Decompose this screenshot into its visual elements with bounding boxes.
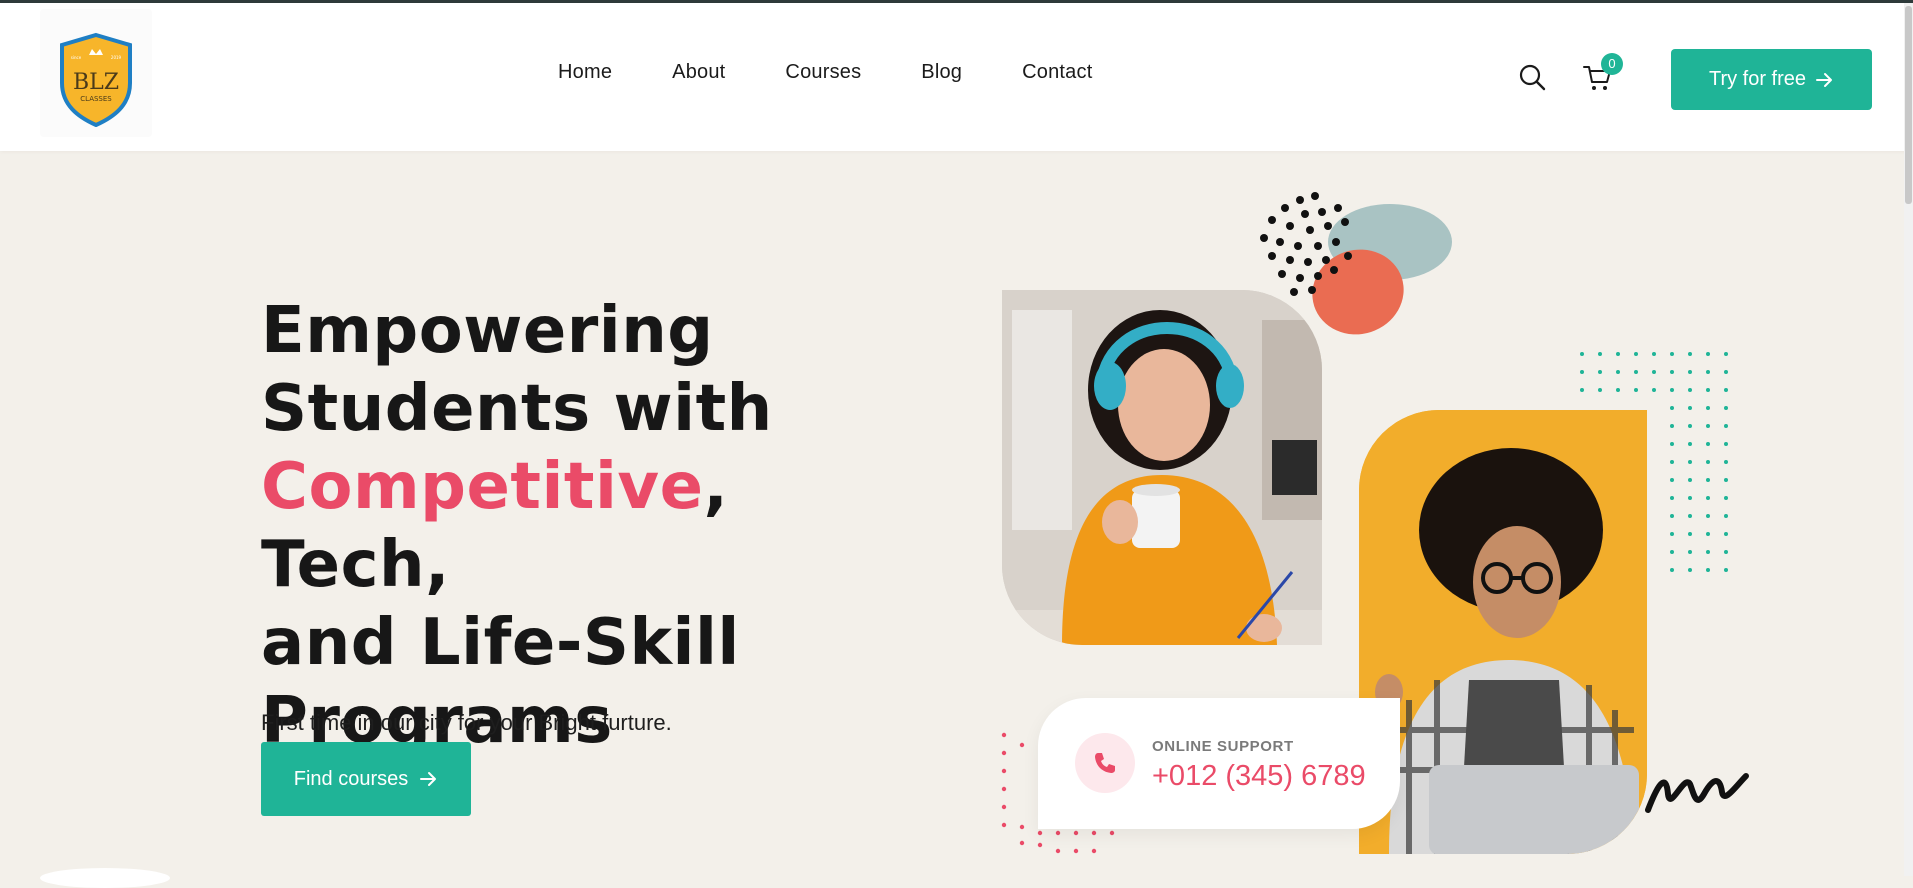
scrollbar-thumb[interactable] bbox=[1905, 6, 1912, 204]
phone-icon bbox=[1095, 753, 1115, 773]
squiggle-decoration bbox=[1645, 773, 1749, 813]
hero-title-accent: Competitive bbox=[261, 450, 704, 524]
student-laptop-photo bbox=[1359, 410, 1647, 854]
nav-blog[interactable]: Blog bbox=[921, 61, 962, 84]
nav-contact[interactable]: Contact bbox=[1022, 61, 1092, 84]
svg-text:since: since bbox=[71, 55, 82, 60]
search-icon[interactable] bbox=[1518, 63, 1546, 91]
support-label: ONLINE SUPPORT bbox=[1152, 738, 1294, 755]
student-headphones-photo bbox=[1002, 290, 1322, 645]
site-header: BLZ CLASSES since 2019 Home About Course… bbox=[0, 3, 1913, 151]
nav-courses[interactable]: Courses bbox=[785, 61, 861, 84]
try-for-free-button[interactable]: Try for free bbox=[1671, 49, 1872, 110]
hero-subtitle: First time in our city for your Bright f… bbox=[261, 710, 672, 735]
find-courses-label: Find courses bbox=[293, 767, 409, 790]
phone-icon-circle bbox=[1075, 733, 1135, 793]
cart-count-badge: 0 bbox=[1601, 53, 1623, 75]
section-curve-decoration bbox=[40, 868, 170, 888]
hero-title-line2: Students with bbox=[261, 372, 773, 446]
find-courses-button[interactable]: Find courses bbox=[261, 742, 471, 816]
arrow-right-icon bbox=[420, 772, 437, 786]
shield-logo-icon: BLZ CLASSES since 2019 bbox=[60, 32, 132, 127]
nav-about[interactable]: About bbox=[672, 61, 725, 84]
logo[interactable]: BLZ CLASSES since 2019 bbox=[40, 9, 152, 137]
arrow-right-icon bbox=[1816, 72, 1833, 87]
svg-text:2019: 2019 bbox=[111, 55, 122, 60]
main-nav: Home About Courses Blog Contact bbox=[558, 61, 1152, 84]
try-button-label: Try for free bbox=[1708, 68, 1807, 90]
svg-text:BLZ: BLZ bbox=[73, 70, 119, 95]
nav-home[interactable]: Home bbox=[558, 61, 612, 84]
hero-title: Empowering Students with Competitive, Te… bbox=[261, 292, 901, 760]
student-illustration bbox=[1002, 290, 1322, 645]
online-support-card[interactable]: ONLINE SUPPORT +012 (345) 6789 bbox=[1038, 698, 1400, 829]
hero-title-line1: Empowering bbox=[261, 294, 714, 368]
student-laptop-illustration bbox=[1359, 410, 1647, 854]
svg-text:CLASSES: CLASSES bbox=[80, 95, 112, 103]
hero-title-line4: and Life-Skill bbox=[261, 606, 740, 680]
support-phone-number[interactable]: +012 (345) 6789 bbox=[1152, 760, 1366, 793]
